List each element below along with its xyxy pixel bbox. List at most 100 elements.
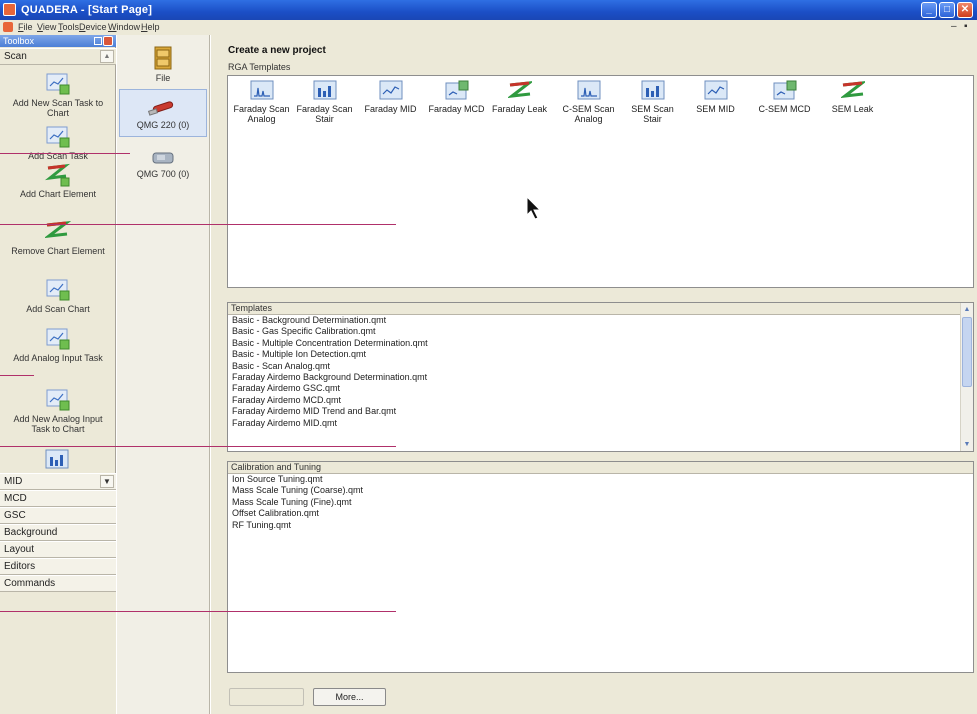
tool-add-scan-task[interactable]: Add Scan Task: [0, 125, 116, 161]
title-bar: QUADERA - [Start Page] _ □ ✕: [0, 0, 977, 20]
menu-device[interactable]: Device: [79, 22, 107, 32]
calibration-item[interactable]: Offset Calibration.qmt: [228, 508, 973, 519]
rga-template-label: Faraday Leak: [491, 104, 548, 114]
rga-template-label: SEM Leak: [831, 104, 874, 114]
device-label: QMG 700 (0): [136, 169, 190, 179]
document-icon[interactable]: [3, 22, 13, 32]
device-label: File: [155, 73, 171, 83]
menu-window[interactable]: Window: [108, 22, 140, 32]
tool-add-scan-chart[interactable]: Add Scan Chart: [0, 278, 116, 314]
tool-add-new-scan-task-to-chart[interactable]: Add New Scan Task to Chart: [0, 72, 116, 118]
calibration-item[interactable]: RF Tuning.qmt: [228, 520, 973, 531]
toolbox-tab-scan[interactable]: Scan ▲: [0, 48, 116, 65]
template-item[interactable]: Faraday Airdemo MID.qmt: [228, 418, 973, 429]
ok-button[interactable]: [229, 688, 304, 706]
toolbox-tab-gsc[interactable]: GSC: [0, 507, 116, 524]
toolbox-tab-editors[interactable]: Editors: [0, 558, 116, 575]
template-item[interactable]: Basic - Background Determination.qmt: [228, 315, 973, 326]
menu-bar: File View Tools Device Window Help – ▪: [0, 20, 977, 35]
analog-input-add-icon: [46, 328, 70, 350]
template-item[interactable]: Faraday Airdemo Background Determination…: [228, 372, 973, 383]
rga-templates-label: RGA Templates: [228, 62, 291, 72]
tool-label: Add New Analog Input Task to Chart: [13, 414, 103, 434]
device-file[interactable]: File: [119, 41, 207, 85]
pin-icon[interactable]: [94, 37, 102, 45]
scroll-up-icon[interactable]: ▲: [962, 304, 972, 315]
toolbox-tab-label: Scan: [4, 51, 27, 62]
rga-template-faraday-leak[interactable]: Faraday Leak: [488, 80, 551, 114]
scroll-down-icon[interactable]: ▼: [962, 439, 972, 450]
rga-template-label: Faraday Scan Stair: [296, 104, 353, 124]
start-page: Create a new project RGA Templates Farad…: [211, 35, 977, 714]
templates-scrollbar[interactable]: ▲ ▼: [960, 303, 973, 451]
tool-remove-chart-element[interactable]: Remove Chart Element: [0, 220, 116, 256]
tool-partial[interactable]: [0, 449, 116, 471]
callout-line-device: [0, 153, 130, 154]
scrollbar-thumb[interactable]: [962, 317, 972, 387]
rga-template-faraday-scan-stair[interactable]: Faraday Scan Stair: [293, 80, 356, 124]
mcd-icon: [772, 80, 797, 100]
mdi-minimize-button[interactable]: –: [951, 21, 957, 32]
rga-template-c-sem-scan-analog[interactable]: C-SEM Scan Analog: [557, 80, 620, 124]
tool-label: Remove Chart Element: [11, 246, 105, 256]
rga-template-sem-leak[interactable]: SEM Leak: [821, 80, 884, 114]
menu-tools[interactable]: Tools: [58, 22, 79, 32]
rga-template-label: Faraday MCD: [428, 104, 485, 114]
template-item[interactable]: Faraday Airdemo MID Trend and Bar.qmt: [228, 406, 973, 417]
toolbox-tab-mid[interactable]: MID ▼: [0, 473, 116, 490]
templates-list: Templates Basic - Background Determinati…: [227, 302, 974, 452]
device-qmg-700[interactable]: QMG 700 (0): [119, 143, 207, 187]
menu-help[interactable]: Help: [141, 22, 160, 32]
calibration-list: Calibration and Tuning Ion Source Tuning…: [227, 461, 974, 673]
tool-add-analog-input-task[interactable]: Add Analog Input Task: [0, 327, 116, 363]
rga-template-c-sem-mcd[interactable]: C-SEM MCD: [753, 80, 816, 114]
tool-add-new-analog-input-task-to-chart[interactable]: Add New Analog Input Task to Chart: [0, 388, 116, 434]
callout-line-templates: [0, 446, 396, 447]
menu-file[interactable]: File: [18, 22, 33, 32]
mid-icon: [378, 80, 403, 100]
leak-icon: [841, 81, 864, 98]
rga-template-sem-scan-stair[interactable]: SEM Scan Stair: [621, 80, 684, 124]
window-title: QUADERA - [Start Page]: [21, 4, 153, 16]
mouse-pointer-icon: [526, 196, 542, 220]
toolbox-tab-layout[interactable]: Layout: [0, 541, 116, 558]
maximize-button[interactable]: □: [939, 2, 955, 18]
rga-templates-panel: Faraday Scan Analog Faraday Scan Stair F…: [227, 75, 974, 288]
rga-template-faraday-mid[interactable]: Faraday MID: [359, 80, 422, 114]
minimize-button[interactable]: _: [921, 2, 937, 18]
device-qmg-220[interactable]: QMG 220 (0): [119, 89, 207, 137]
toolbox-tab-commands[interactable]: Commands: [0, 575, 116, 592]
tool-add-chart-element[interactable]: Add Chart Element: [0, 163, 116, 199]
rga-template-faraday-scan-analog[interactable]: Faraday Scan Analog: [230, 80, 293, 124]
menu-view[interactable]: View: [37, 22, 56, 32]
close-button[interactable]: ✕: [957, 2, 973, 18]
template-item[interactable]: Basic - Multiple Concentration Determina…: [228, 338, 973, 349]
template-item[interactable]: Faraday Airdemo GSC.qmt: [228, 383, 973, 394]
calibration-item[interactable]: Ion Source Tuning.qmt: [228, 474, 973, 485]
rga-template-faraday-mcd[interactable]: Faraday MCD: [425, 80, 488, 114]
calibration-item[interactable]: Mass Scale Tuning (Fine).qmt: [228, 497, 973, 508]
toolbox-tab-mcd[interactable]: MCD: [0, 490, 116, 507]
template-item[interactable]: Faraday Airdemo MCD.qmt: [228, 395, 973, 406]
leak-icon: [508, 81, 531, 98]
rga-template-sem-mid[interactable]: SEM MID: [684, 80, 747, 114]
toolbox-close-button[interactable]: [103, 36, 113, 46]
rga-template-label: C-SEM Scan Analog: [562, 104, 615, 124]
calibration-header: Calibration and Tuning: [228, 462, 973, 474]
calibration-item[interactable]: Mass Scale Tuning (Coarse).qmt: [228, 485, 973, 496]
toolbox-title: Toolbox: [3, 36, 35, 46]
template-item[interactable]: Basic - Scan Analog.qmt: [228, 361, 973, 372]
more-button[interactable]: More...: [313, 688, 386, 706]
template-item[interactable]: Basic - Multiple Ion Detection.qmt: [228, 349, 973, 360]
scan-analog-icon: [576, 80, 601, 100]
scroll-up-arrow[interactable]: ▲: [100, 50, 114, 63]
rga-template-label: SEM Scan Stair: [631, 104, 674, 124]
toolbox-tab-background[interactable]: Background: [0, 524, 116, 541]
template-item[interactable]: Basic - Gas Specific Calibration.qmt: [228, 326, 973, 337]
mdi-restore-button[interactable]: ▪: [964, 21, 968, 32]
callout-line-calibration: [0, 611, 396, 612]
scan-chart-icon: [46, 279, 70, 301]
page-title: Create a new project: [228, 45, 326, 56]
chevron-down-icon[interactable]: ▼: [100, 475, 114, 488]
chart-element-add-icon: [46, 164, 71, 187]
